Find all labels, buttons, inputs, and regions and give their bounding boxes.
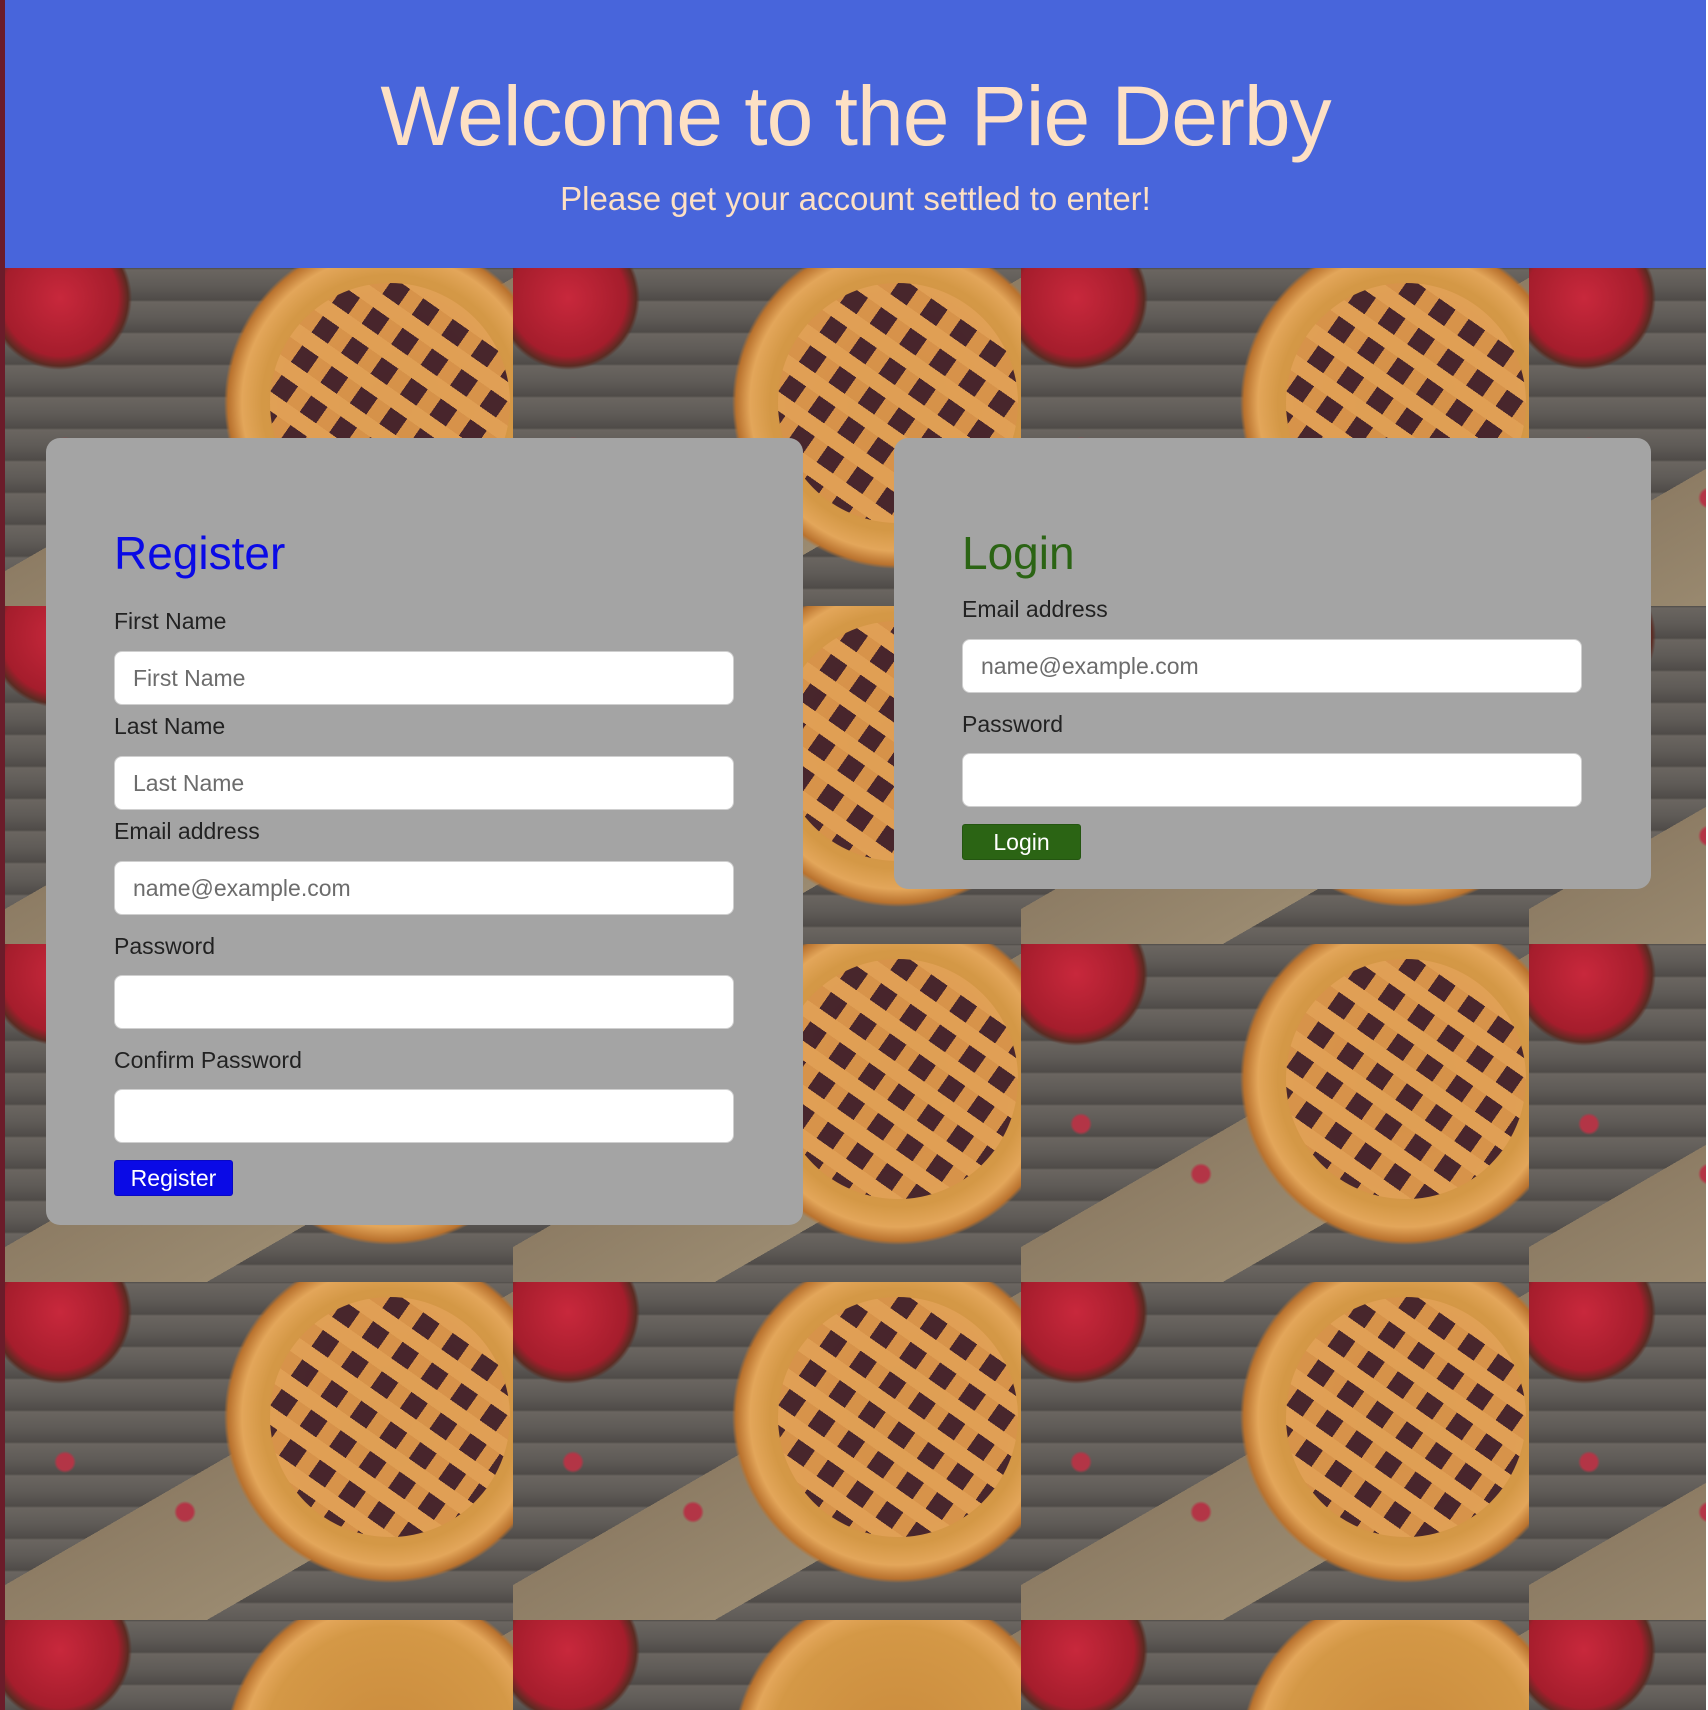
login-email-input[interactable] <box>962 639 1582 693</box>
register-password-input[interactable] <box>114 975 734 1029</box>
login-card: Login Email address Password Login <box>894 438 1651 889</box>
last-name-input[interactable] <box>114 756 734 810</box>
login-password-label: Password <box>962 711 1063 737</box>
confirm-password-input[interactable] <box>114 1089 734 1143</box>
login-heading: Login <box>962 527 1075 579</box>
first-name-input[interactable] <box>114 651 734 705</box>
confirm-password-label: Confirm Password <box>114 1047 302 1073</box>
pie-lattice-decoration <box>1286 959 1526 1199</box>
last-name-label: Last Name <box>114 713 226 739</box>
pie-lattice-decoration <box>778 959 1018 1199</box>
login-password-input[interactable] <box>962 753 1582 807</box>
page-header: Welcome to the Pie Derby Please get your… <box>5 0 1706 268</box>
register-button[interactable]: Register <box>114 1160 233 1196</box>
register-password-label: Password <box>114 933 215 959</box>
login-email-label: Email address <box>962 596 1108 622</box>
login-button[interactable]: Login <box>962 824 1081 860</box>
register-heading: Register <box>114 527 286 579</box>
page-title: Welcome to the Pie Derby <box>380 69 1331 163</box>
register-email-label: Email address <box>114 818 260 844</box>
pie-lattice-decoration <box>778 1297 1018 1537</box>
register-card: Register First Name Last Name Email addr… <box>46 438 803 1225</box>
pie-lattice-decoration <box>270 1297 510 1537</box>
pie-lattice-decoration <box>1286 1297 1526 1537</box>
page-subtitle: Please get your account settled to enter… <box>560 180 1151 217</box>
first-name-label: First Name <box>114 608 227 634</box>
register-email-input[interactable] <box>114 861 734 915</box>
